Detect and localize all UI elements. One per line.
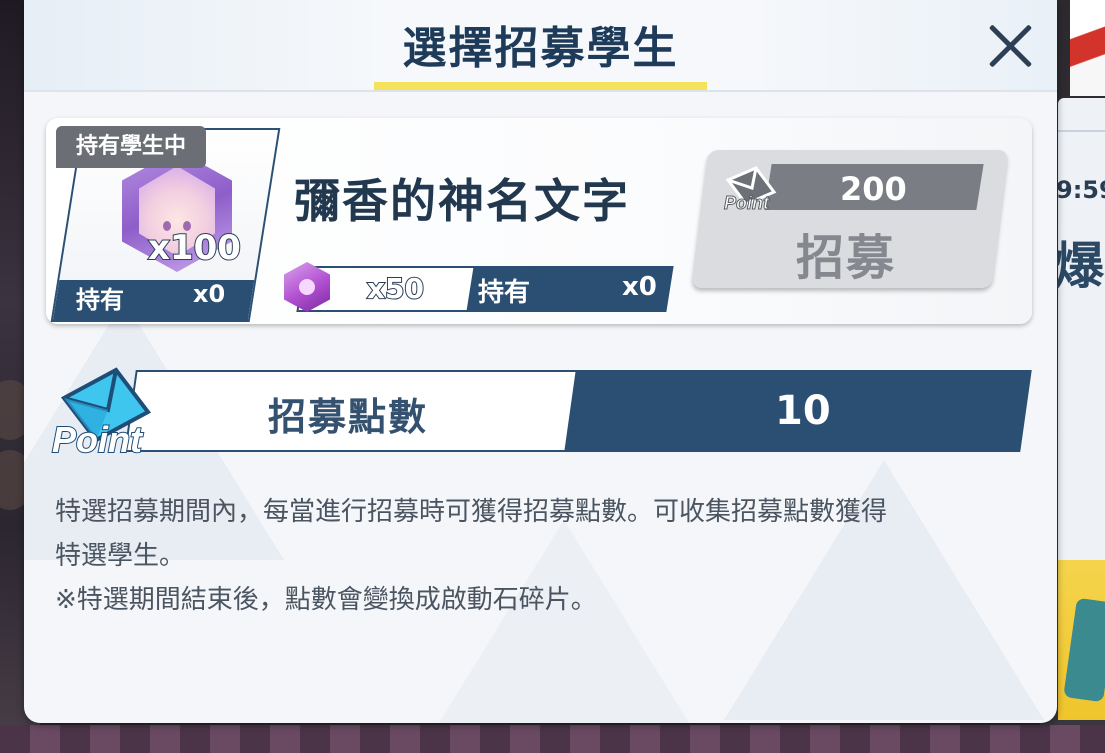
- svg-text:Point: Point: [52, 419, 144, 460]
- eleph-owned-label: 持有: [478, 278, 531, 308]
- background-character: [1070, 0, 1105, 96]
- background-divider: [1058, 130, 1105, 132]
- eleph-owned-count: x0: [622, 272, 657, 302]
- recruit-points-value: 10: [775, 388, 831, 434]
- description-text: 特選招募期間內，每當進行招募時可獲得招募點數。可收集招募點數獲得 特選學生。 ※…: [55, 490, 1025, 622]
- student-name: 彌香的神名文字: [294, 174, 630, 228]
- background-clock: 9:59: [1056, 176, 1105, 204]
- portrait-quantity: x100: [147, 227, 242, 269]
- portrait-owned-count: x0: [193, 280, 226, 308]
- recruit-points-bar: [124, 370, 1032, 452]
- close-icon[interactable]: [980, 16, 1040, 76]
- description-line: 特選招募期間內，每當進行招募時可獲得招募點數。可收集招募點數獲得: [55, 497, 888, 527]
- background-title-fragment: 爆: [1054, 237, 1104, 295]
- background-bottom-strip: [0, 725, 1105, 753]
- recruit-button-label: 招募: [796, 230, 897, 286]
- recruit-cost: 200: [840, 170, 907, 208]
- eleph-quantity: x50: [366, 271, 425, 306]
- dialog-title: 選擇招募學生: [402, 23, 679, 74]
- description-line: ※特選期間結束後，點數會變換成啟動石碎片。: [55, 585, 597, 615]
- dialog-header: 選擇招募學生: [24, 0, 1057, 92]
- portrait-owned-label: 持有: [76, 286, 124, 314]
- point-icon: Point: [724, 166, 777, 212]
- svg-text:Point: Point: [724, 193, 770, 212]
- description-line: 特選學生。: [55, 541, 186, 571]
- recruit-points-label: 招募點數: [268, 395, 429, 439]
- point-icon: Point: [51, 367, 152, 460]
- owned-student-badge: 持有學生中: [56, 126, 206, 168]
- title-underline: [374, 82, 707, 90]
